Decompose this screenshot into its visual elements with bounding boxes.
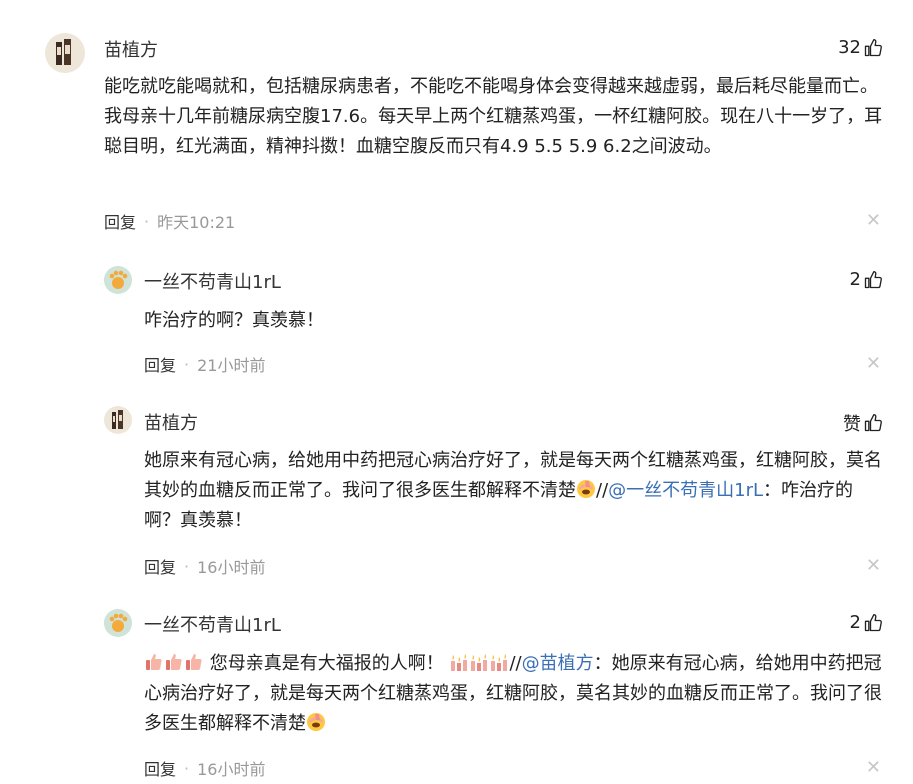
thumbs-up-emoji — [144, 652, 164, 672]
like-count: 32 — [838, 37, 861, 58]
reply-item: 苗植方 赞 她原来有冠心病，给她用中药把冠心病治疗好了，就是每天两个红糖蒸鸡蛋，… — [0, 392, 913, 602]
separator-dot: · — [184, 354, 190, 374]
avatar[interactable] — [104, 266, 132, 294]
facepalm-emoji — [576, 479, 596, 499]
mention-link[interactable]: @苗植方 — [522, 653, 594, 674]
timestamp: 昨天10:21 — [157, 213, 236, 232]
thumbs-up-emoji — [184, 652, 204, 672]
username[interactable]: 苗植方 — [144, 409, 198, 435]
thumbs-up-icon — [863, 38, 883, 58]
like-button[interactable]: 2 — [850, 612, 883, 633]
candle-emoji — [469, 652, 489, 672]
like-button[interactable]: 赞 — [843, 410, 883, 436]
repost-slashes: // — [596, 480, 609, 501]
candle-emoji — [489, 652, 509, 672]
reply-button[interactable]: 回复 — [144, 756, 176, 780]
candle-emoji — [449, 652, 469, 672]
thumbs-up-icon — [863, 413, 883, 433]
mention-link[interactable]: @一丝不苟青山1rL — [608, 480, 763, 501]
facepalm-emoji — [306, 712, 326, 732]
like-count: 2 — [849, 269, 861, 290]
username[interactable]: 苗植方 — [104, 36, 158, 62]
comment-meta: 回复 · 16小时前 — [144, 554, 265, 578]
reply-button[interactable]: 回复 — [144, 554, 176, 578]
close-icon[interactable]: ✕ — [866, 210, 881, 231]
close-icon[interactable]: ✕ — [866, 353, 881, 374]
separator-dot: · — [144, 211, 150, 231]
timestamp: 16小时前 — [197, 760, 266, 779]
username[interactable]: 一丝不苟青山1rL — [144, 268, 281, 294]
avatar[interactable] — [104, 406, 132, 434]
thumbs-up-icon — [863, 613, 883, 633]
like-button[interactable]: 2 — [850, 269, 883, 290]
reply-button[interactable]: 回复 — [104, 209, 136, 233]
thumbs-up-icon — [863, 270, 883, 290]
comment-meta: 回复 · 16小时前 — [144, 756, 265, 780]
separator-dot: · — [184, 556, 190, 576]
separator-dot: · — [184, 758, 190, 778]
thumbs-up-emoji — [164, 652, 184, 672]
close-icon[interactable]: ✕ — [866, 555, 881, 576]
comment-text: 能吃就吃能喝就和，包括糖尿病患者，不能吃不能喝身体会变得越来越虚弱，最后耗尽能量… — [104, 76, 883, 157]
comment-text: 咋治疗的啊？真羡慕！ — [144, 310, 324, 331]
comment-text: 她原来有冠心病，给她用中药把冠心病治疗好了，就是每天两个红糖蒸鸡蛋，红糖阿胶，莫… — [144, 446, 889, 536]
repost-slashes: // — [509, 653, 522, 674]
comment-text: 您母亲真是有大福报的人啊！ //@苗植方：她原来有冠心病，给她用中药把冠心病治疗… — [144, 649, 889, 739]
like-button[interactable]: 32 — [838, 37, 883, 58]
like-label: 赞 — [843, 414, 861, 435]
username[interactable]: 一丝不苟青山1rL — [144, 611, 281, 637]
reply-item: 一丝不苟青山1rL 2 咋治疗的啊？真羡慕！ 回复 · 21小时前 ✕ — [0, 250, 913, 390]
reply-item: 一丝不苟青山1rL 2 您母亲真是有大福报的人啊！ //@苗植方：她原来有冠心病… — [0, 596, 913, 784]
like-count: 2 — [849, 612, 861, 633]
avatar[interactable] — [104, 609, 132, 637]
timestamp: 16小时前 — [197, 558, 266, 577]
close-icon[interactable]: ✕ — [866, 757, 881, 778]
comment-meta: 回复 · 昨天10:21 — [104, 209, 235, 233]
comment-text-body: 您母亲真是有大福报的人啊！ — [209, 653, 444, 674]
comment-main: 苗植方 32 能吃就吃能喝就和，包括糖尿病患者，不能吃不能喝身体会变得越来越虚弱… — [0, 0, 913, 250]
reply-button[interactable]: 回复 — [144, 352, 176, 376]
avatar[interactable] — [45, 33, 85, 73]
timestamp: 21小时前 — [197, 356, 266, 375]
comment-meta: 回复 · 21小时前 — [144, 352, 265, 376]
